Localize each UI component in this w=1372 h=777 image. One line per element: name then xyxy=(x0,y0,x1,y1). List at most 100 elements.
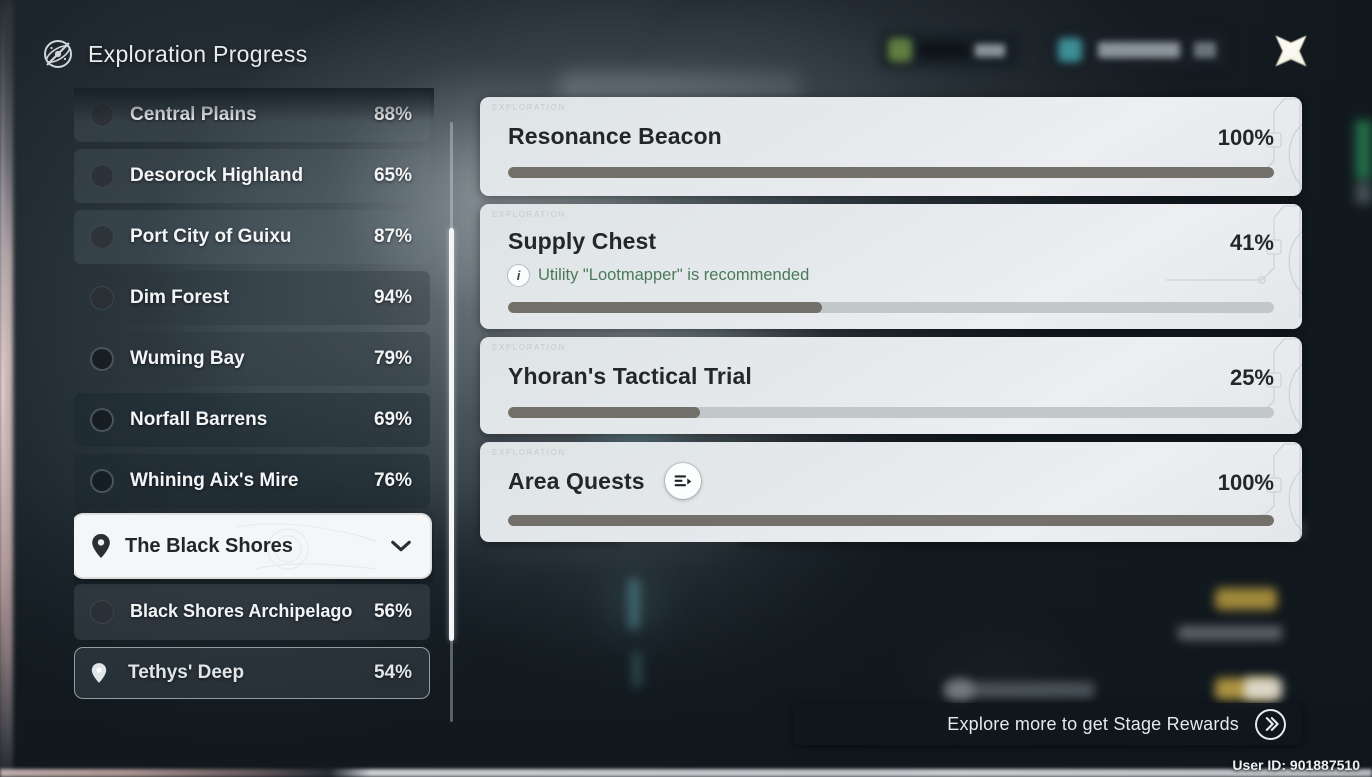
progress-card[interactable]: EXPLORATION Resonance Beacon 100% xyxy=(480,97,1302,196)
background-glow-2 xyxy=(632,652,642,688)
card-percent: 100% xyxy=(1217,125,1274,150)
background-right-bar-gray xyxy=(1355,182,1372,204)
region-percent: 69% xyxy=(373,409,412,430)
card-percent: 25% xyxy=(1229,365,1274,390)
region-list-panel[interactable]: Central Plains 88% Desorock Highland 65% Por… xyxy=(74,88,434,736)
bottom-edge-strip xyxy=(0,769,1372,777)
progress-card[interactable]: EXPLORATION Area Quests 100% xyxy=(480,442,1302,542)
header-bar: Exploration Progress xyxy=(0,0,1372,98)
card-body: Supply Chest 41% i Utility "Lootmapper" is … xyxy=(480,204,1302,329)
background-widget-white-2 xyxy=(1244,678,1282,700)
background-glow-1 xyxy=(628,578,640,630)
region-percent: 65% xyxy=(373,165,412,186)
region-name: Wuming Bay xyxy=(130,348,245,370)
hud-resource-value-1 xyxy=(975,44,1005,57)
stage-rewards-label: Explore more to get Stage Rewards xyxy=(947,713,1239,734)
chevron-down-icon[interactable] xyxy=(390,539,412,553)
region-status-dot xyxy=(90,286,114,310)
card-progress-fill xyxy=(508,302,823,313)
sub-region-name: Black Shores Archipelago xyxy=(130,601,353,622)
sub-region-percent: 56% xyxy=(373,601,412,622)
user-id-label: User ID: 901887510 xyxy=(1232,757,1360,773)
region-name: Whining Aix's Mire xyxy=(130,470,299,492)
map-pin-icon xyxy=(90,533,112,559)
card-title: Resonance Beacon xyxy=(508,123,722,149)
region-status-dot xyxy=(90,347,114,371)
card-header-row: Area Quests 100% xyxy=(508,463,1274,499)
region-list-scrollbar-thumb[interactable] xyxy=(449,228,454,641)
background-widget-label-1 xyxy=(1178,626,1282,640)
region-percent: 79% xyxy=(373,348,412,369)
progress-card[interactable]: EXPLORATION Yhoran's Tactical Trial 25% xyxy=(480,337,1302,434)
hud-resource-bar-1 xyxy=(920,42,968,58)
card-body: Area Quests 100% xyxy=(480,442,1302,542)
card-header-row: Supply Chest 41% xyxy=(508,228,1274,256)
region-row[interactable]: Desorock Highland 65% xyxy=(74,149,430,203)
sub-region-row[interactable]: Tethys' Deep 54% xyxy=(74,647,430,699)
region-group-header-black-shores[interactable]: The Black Shores xyxy=(74,515,430,577)
exploration-compass-icon xyxy=(42,38,74,70)
card-hint: i Utility "Lootmapper" is recommended xyxy=(508,265,1274,286)
region-row[interactable]: Port City of Guixu 87% xyxy=(74,210,430,264)
card-progress-fill xyxy=(508,407,700,418)
progress-card[interactable]: EXPLORATION Supply Chest 41% i Utility "Loot… xyxy=(480,204,1302,329)
page-title: Exploration Progress xyxy=(88,40,308,67)
region-percent: 94% xyxy=(373,287,412,308)
header-title-group: Exploration Progress xyxy=(42,38,308,70)
app-root: Exploration Progress Central Plains 88% … xyxy=(0,0,1372,777)
card-percent: 41% xyxy=(1229,230,1274,255)
region-name: Port City of Guixu xyxy=(130,226,292,248)
quest-list-icon[interactable] xyxy=(664,463,701,499)
left-edge-strip-inner xyxy=(0,0,5,777)
background-widget-gold-1 xyxy=(1215,588,1277,610)
map-pin-icon xyxy=(90,662,108,684)
card-progress-fill xyxy=(508,515,1274,526)
region-name: Central Plains xyxy=(130,104,257,126)
card-progress-track xyxy=(508,167,1274,178)
sub-region-name: Tethys' Deep xyxy=(128,662,245,684)
card-header-row: Resonance Beacon 100% xyxy=(508,123,1274,151)
card-title: Area Quests xyxy=(508,468,645,494)
region-name: Dim Forest xyxy=(130,287,230,309)
background-widget-label-2 xyxy=(944,682,1094,698)
card-body: Yhoran's Tactical Trial 25% xyxy=(480,337,1302,434)
region-row[interactable]: Norfall Barrens 69% xyxy=(74,393,430,447)
card-header-row: Yhoran's Tactical Trial 25% xyxy=(508,363,1274,391)
card-title: Yhoran's Tactical Trial xyxy=(508,363,752,389)
hud-resource-badge-2 xyxy=(1194,42,1216,58)
region-percent: 76% xyxy=(373,470,412,491)
region-status-dot xyxy=(90,469,114,493)
double-chevron-right-icon[interactable] xyxy=(1255,709,1286,740)
sub-region-percent: 54% xyxy=(373,662,412,683)
stage-rewards-button[interactable]: Explore more to get Stage Rewards xyxy=(793,703,1302,745)
card-progress-track xyxy=(508,407,1274,418)
card-body: Resonance Beacon 100% xyxy=(480,97,1302,196)
card-title: Supply Chest xyxy=(508,228,657,254)
region-row[interactable]: Wuming Bay 79% xyxy=(74,332,430,386)
progress-card-list: EXPLORATION Resonance Beacon 100% EXPLORATI… xyxy=(480,97,1302,550)
card-progress-track xyxy=(508,302,1274,313)
card-percent: 100% xyxy=(1217,470,1274,495)
hud-resource-value-2 xyxy=(1098,42,1180,58)
region-row[interactable]: Dim Forest 94% xyxy=(74,271,430,325)
region-percent: 87% xyxy=(373,226,412,247)
card-progress-track xyxy=(508,515,1274,526)
hud-resource-icon-1 xyxy=(888,38,912,62)
card-hint-text: Utility "Lootmapper" is recommended xyxy=(538,266,810,284)
region-status-dot xyxy=(90,103,114,127)
region-status-dot xyxy=(90,164,114,188)
hud-resource-icon-2 xyxy=(1058,38,1082,62)
info-icon: i xyxy=(508,265,529,286)
region-status-dot xyxy=(90,408,114,432)
region-row[interactable]: Central Plains 88% xyxy=(74,88,430,142)
region-name: Norfall Barrens xyxy=(130,409,268,431)
region-status-dot xyxy=(90,225,114,249)
region-group-name: The Black Shores xyxy=(125,534,293,557)
region-row[interactable]: Whining Aix's Mire 76% xyxy=(74,454,430,508)
background-right-bar-green xyxy=(1355,120,1372,180)
region-status-dot xyxy=(90,600,114,624)
region-percent: 88% xyxy=(373,104,412,125)
region-name: Desorock Highland xyxy=(130,165,304,187)
four-point-star-icon[interactable] xyxy=(1266,26,1316,76)
sub-region-row[interactable]: Black Shores Archipelago 56% xyxy=(74,584,430,640)
